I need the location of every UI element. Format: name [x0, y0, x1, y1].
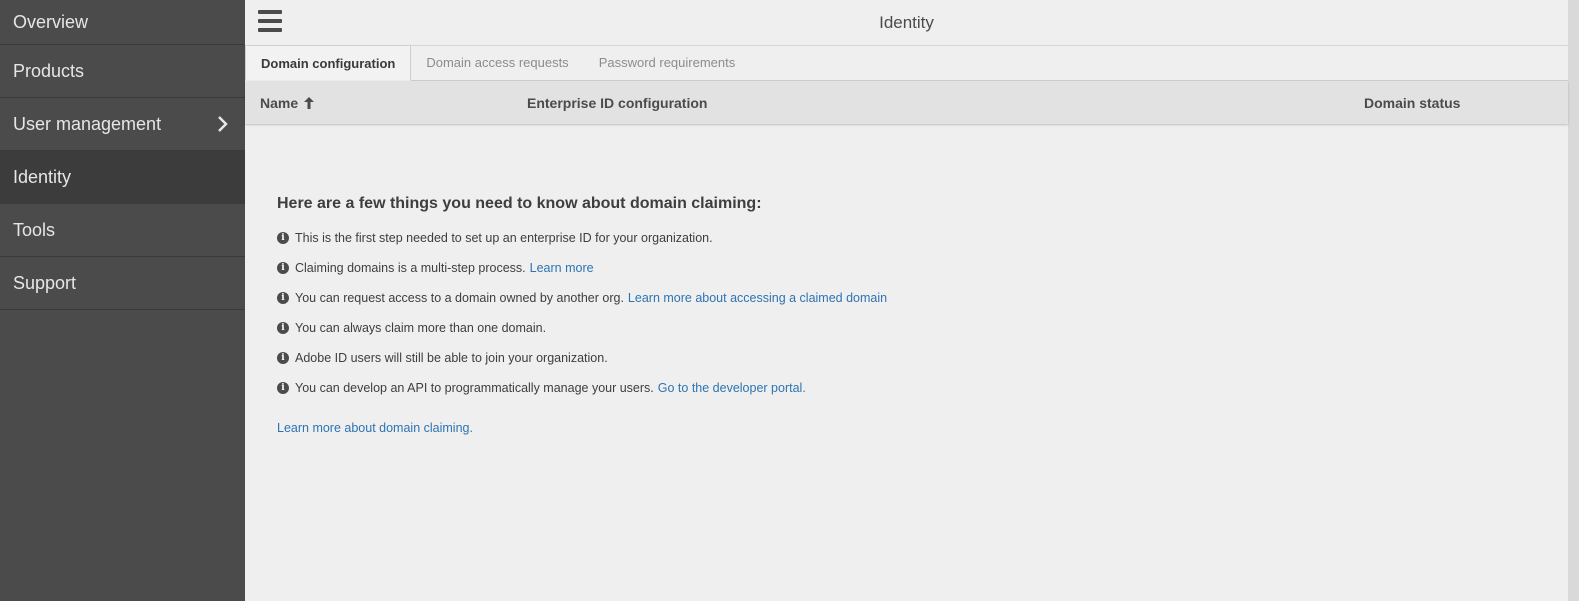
domain-claiming-info: Here are a few things you need to know a…: [277, 195, 887, 435]
tab-domain-configuration[interactable]: Domain configuration: [245, 45, 412, 81]
info-text: You can develop an API to programmatical…: [295, 381, 654, 395]
info-text: Adobe ID users will still be able to joi…: [295, 351, 608, 365]
info-icon: i: [277, 232, 289, 244]
sidebar-item-support[interactable]: Support: [0, 257, 245, 310]
info-text: You can request access to a domain owned…: [295, 291, 624, 305]
tab-password-requirements[interactable]: Password requirements: [584, 45, 751, 80]
info-item: i This is the first step needed to set u…: [277, 223, 887, 253]
top-bar: Identity: [245, 0, 1568, 46]
sidebar-item-overview[interactable]: Overview: [0, 0, 245, 45]
table-header: Name Enterprise ID configuration Domain …: [245, 81, 1568, 124]
info-text: You can always claim more than one domai…: [295, 321, 547, 335]
sidebar-item-identity[interactable]: Identity: [0, 151, 245, 204]
info-item: i You can request access to a domain own…: [277, 283, 887, 313]
sidebar-item-user-management[interactable]: User management: [0, 98, 245, 151]
main-panel: Identity Domain configuration Domain acc…: [245, 0, 1579, 601]
column-header-enterprise-id[interactable]: Enterprise ID configuration: [527, 81, 707, 124]
info-icon: i: [277, 352, 289, 364]
sidebar-item-tools[interactable]: Tools: [0, 204, 245, 257]
info-icon: i: [277, 262, 289, 274]
chevron-right-icon: [218, 116, 228, 132]
column-header-name[interactable]: Name: [260, 81, 315, 124]
sidebar-item-products[interactable]: Products: [0, 45, 245, 98]
sort-ascending-icon: [304, 96, 315, 109]
info-icon: i: [277, 322, 289, 334]
info-icon: i: [277, 382, 289, 394]
column-header-label: Name: [260, 94, 299, 111]
sidebar-item-label: Tools: [13, 219, 56, 240]
sidebar-item-label: User management: [13, 113, 162, 134]
info-item: i You can always claim more than one dom…: [277, 313, 887, 343]
column-header-label: Domain status: [1364, 94, 1461, 111]
sidebar-item-label: Support: [13, 272, 77, 293]
learn-more-link[interactable]: Learn more: [530, 261, 594, 275]
column-header-domain-status[interactable]: Domain status: [1364, 81, 1460, 124]
sidebar: Overview Products User management Identi…: [0, 0, 245, 601]
page-title: Identity: [879, 12, 934, 32]
sidebar-item-label: Overview: [13, 11, 89, 32]
info-text: Claiming domains is a multi-step process…: [295, 261, 526, 275]
sidebar-item-label: Identity: [13, 166, 72, 187]
hamburger-menu-icon[interactable]: [258, 10, 282, 32]
info-text: This is the first step needed to set up …: [295, 231, 713, 245]
info-item: i You can develop an API to programmatic…: [277, 373, 887, 403]
domain-claiming-link[interactable]: Learn more about domain claiming.: [277, 421, 887, 435]
column-header-label: Enterprise ID configuration: [527, 94, 708, 111]
info-icon: i: [277, 292, 289, 304]
developer-portal-link[interactable]: Go to the developer portal.: [658, 381, 806, 395]
tab-domain-access-requests[interactable]: Domain access requests: [411, 45, 583, 80]
info-item: i Claiming domains is a multi-step proce…: [277, 253, 887, 283]
tab-bar: Domain configuration Domain access reque…: [245, 45, 1568, 81]
info-heading: Here are a few things you need to know a…: [277, 195, 762, 212]
sidebar-item-label: Products: [13, 60, 85, 81]
claimed-domain-link[interactable]: Learn more about accessing a claimed dom…: [628, 291, 887, 305]
info-item: i Adobe ID users will still be able to j…: [277, 343, 887, 373]
